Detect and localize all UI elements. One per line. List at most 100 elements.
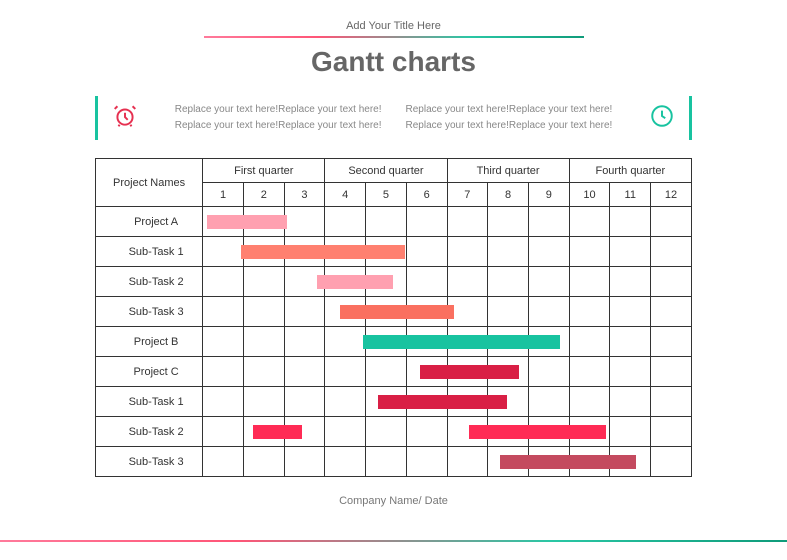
gantt-cell xyxy=(366,387,407,417)
gantt-cell xyxy=(325,207,366,237)
gantt-cell xyxy=(406,297,447,327)
gantt-cell xyxy=(203,237,244,267)
gantt-cell xyxy=(447,447,488,477)
gantt-cell xyxy=(528,207,569,237)
gantt-cell xyxy=(366,267,407,297)
gantt-cell xyxy=(243,327,284,357)
gantt-cell xyxy=(203,297,244,327)
gantt-cell xyxy=(610,387,651,417)
gantt-cell xyxy=(284,447,325,477)
gantt-cell xyxy=(406,267,447,297)
gantt-cell xyxy=(651,417,692,447)
gantt-cell xyxy=(406,237,447,267)
gantt-cell xyxy=(651,237,692,267)
gantt-cell xyxy=(528,417,569,447)
gantt-cell xyxy=(284,387,325,417)
gantt-cell xyxy=(610,237,651,267)
gantt-cell xyxy=(488,207,529,237)
row-label: Sub-Task 3 xyxy=(96,297,203,327)
gantt-cell xyxy=(203,327,244,357)
header-month-10: 10 xyxy=(569,183,610,207)
gantt-cell xyxy=(284,267,325,297)
gantt-cell xyxy=(569,297,610,327)
row-label: Project A xyxy=(96,207,203,237)
desc-line: Replace your text here!Replace your text… xyxy=(406,102,613,118)
gantt-cell xyxy=(203,207,244,237)
gantt-cell xyxy=(569,327,610,357)
footer-divider xyxy=(0,540,787,542)
header-month-12: 12 xyxy=(651,183,692,207)
gantt-cell xyxy=(447,387,488,417)
header-month-6: 6 xyxy=(406,183,447,207)
header-month-5: 5 xyxy=(366,183,407,207)
gantt-cell xyxy=(610,297,651,327)
gantt-cell xyxy=(366,327,407,357)
gantt-cell xyxy=(406,447,447,477)
desc-col-right: Replace your text here!Replace your text… xyxy=(406,102,613,134)
gantt-cell xyxy=(243,237,284,267)
gantt-cell xyxy=(651,447,692,477)
gantt-cell xyxy=(243,267,284,297)
row-label: Sub-Task 1 xyxy=(96,387,203,417)
gantt-cell xyxy=(406,417,447,447)
gantt-cell xyxy=(447,237,488,267)
header-q3: Third quarter xyxy=(447,159,569,183)
gantt-cell xyxy=(447,327,488,357)
header-q1: First quarter xyxy=(203,159,325,183)
header-month-7: 7 xyxy=(447,183,488,207)
gantt-cell xyxy=(569,267,610,297)
clock-icon xyxy=(649,103,675,134)
header-q4: Fourth quarter xyxy=(569,159,691,183)
alarm-clock-icon xyxy=(112,103,138,134)
gantt-cell xyxy=(569,417,610,447)
gantt-cell xyxy=(366,237,407,267)
gantt-cell xyxy=(284,237,325,267)
gantt-cell xyxy=(447,297,488,327)
header-month-9: 9 xyxy=(528,183,569,207)
gantt-cell xyxy=(406,207,447,237)
gantt-cell xyxy=(325,447,366,477)
gantt-cell xyxy=(447,267,488,297)
gantt-cell xyxy=(406,357,447,387)
header-month-8: 8 xyxy=(488,183,529,207)
gantt-cell xyxy=(488,267,529,297)
gantt-cell xyxy=(284,327,325,357)
header-month-1: 1 xyxy=(203,183,244,207)
gantt-cell xyxy=(488,327,529,357)
gantt-cell xyxy=(325,417,366,447)
header-month-2: 2 xyxy=(243,183,284,207)
gantt-cell xyxy=(488,447,529,477)
gantt-cell xyxy=(325,387,366,417)
header-month-11: 11 xyxy=(610,183,651,207)
gantt-cell xyxy=(651,267,692,297)
gantt-cell xyxy=(488,237,529,267)
main-title: Gantt charts xyxy=(95,46,692,78)
row-label: Sub-Task 1 xyxy=(96,237,203,267)
row-label: Project B xyxy=(96,327,203,357)
gantt-cell xyxy=(284,207,325,237)
row-label: Sub-Task 2 xyxy=(96,267,203,297)
header-month-3: 3 xyxy=(284,183,325,207)
header-project-names: Project Names xyxy=(96,159,203,207)
gantt-cell xyxy=(284,417,325,447)
gantt-cell xyxy=(406,327,447,357)
gantt-cell xyxy=(325,327,366,357)
gantt-cell xyxy=(284,357,325,387)
gantt-cell xyxy=(325,267,366,297)
gantt-cell xyxy=(528,297,569,327)
gantt-cell xyxy=(569,207,610,237)
gantt-cell xyxy=(569,387,610,417)
gantt-cell xyxy=(366,207,407,237)
row-label: Project C xyxy=(96,357,203,387)
title-small: Add Your Title Here xyxy=(95,20,692,32)
gantt-cell xyxy=(366,447,407,477)
gantt-cell xyxy=(610,207,651,237)
gantt-cell xyxy=(243,357,284,387)
gantt-cell xyxy=(610,357,651,387)
gantt-cell xyxy=(651,327,692,357)
gantt-cell xyxy=(651,387,692,417)
gantt-cell xyxy=(610,267,651,297)
gantt-cell xyxy=(528,267,569,297)
gantt-cell xyxy=(488,387,529,417)
gantt-cell xyxy=(243,417,284,447)
